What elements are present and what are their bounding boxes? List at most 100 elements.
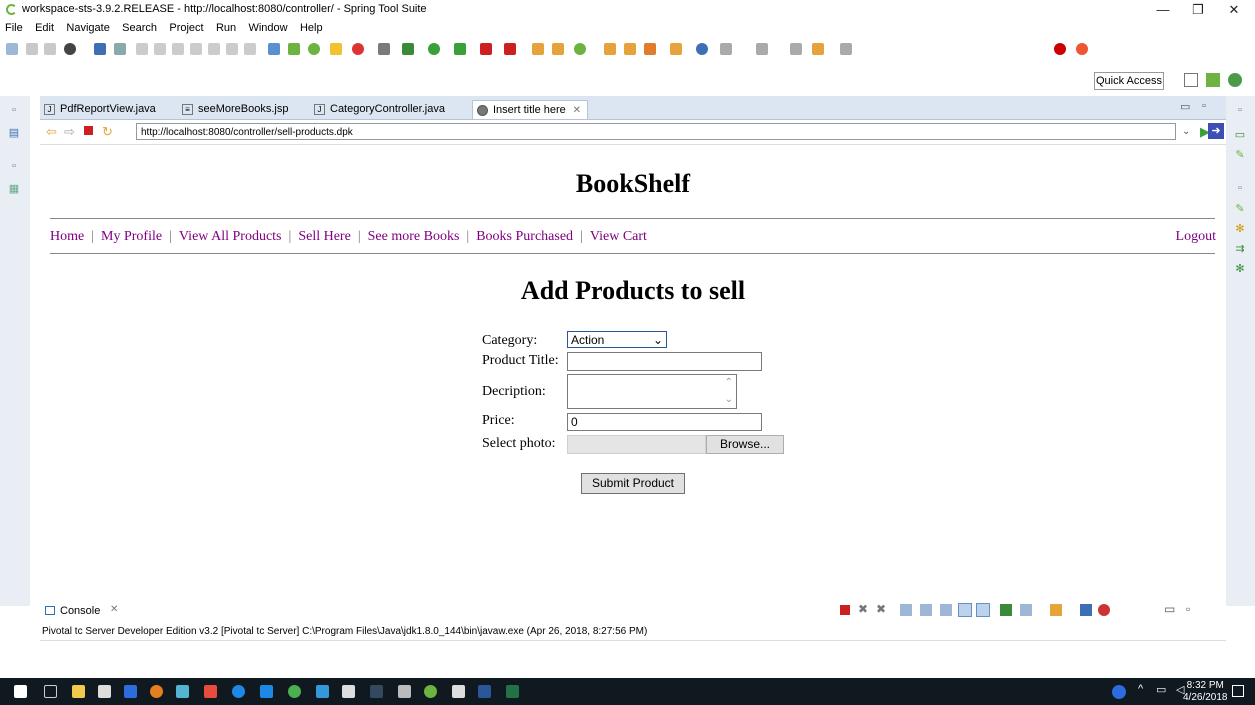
menu-edit[interactable]: Edit — [35, 20, 54, 36]
search-task-icon[interactable] — [644, 43, 656, 55]
network-icon[interactable]: ▭ — [1156, 683, 1166, 696]
external-tools-icon[interactable] — [504, 43, 516, 55]
open-type-icon[interactable] — [268, 43, 280, 55]
pin-console-icon[interactable] — [958, 603, 972, 617]
stop-icon[interactable] — [480, 43, 492, 55]
open-perspective-icon[interactable] — [1184, 73, 1198, 87]
restore-icon[interactable]: ▫ — [5, 104, 23, 118]
disconnect-icon[interactable] — [190, 43, 202, 55]
refresh-server-icon[interactable] — [1076, 43, 1088, 55]
close-window-button[interactable]: ✕ — [1216, 0, 1252, 20]
save-icon[interactable] — [26, 43, 38, 55]
browse-button[interactable]: Browse... — [706, 435, 784, 454]
terminate-icon[interactable] — [840, 605, 850, 615]
help-icon[interactable] — [1112, 685, 1126, 699]
nav-see-more-books[interactable]: See more Books — [368, 229, 460, 244]
excel-icon[interactable] — [506, 685, 519, 698]
remove-all-icon[interactable]: ✖ — [876, 602, 886, 616]
open-external-icon[interactable]: ➜ — [1208, 123, 1224, 139]
nav-home[interactable]: Home — [50, 229, 84, 244]
chevron-up-icon[interactable]: ^ — [1138, 683, 1143, 695]
nav-my-profile[interactable]: My Profile — [101, 229, 162, 244]
product-title-input[interactable] — [567, 352, 762, 371]
app-icon[interactable] — [204, 685, 217, 698]
open-perspective-icon[interactable] — [330, 43, 342, 55]
nav-view-cart[interactable]: View Cart — [590, 229, 647, 244]
file-explorer-icon[interactable] — [72, 685, 85, 698]
menu-window[interactable]: Window — [248, 20, 287, 36]
dropbox-icon[interactable] — [124, 685, 137, 698]
minimize-view-icon[interactable]: ▭ — [1164, 602, 1175, 616]
scroll-lock-icon[interactable] — [900, 604, 912, 616]
tab-seemorebooks[interactable]: ≡ seeMoreBooks.jsp — [178, 100, 289, 119]
console-view-tab[interactable]: Console ✕ ✖ ✖ ▭ ▫ — [40, 600, 1226, 622]
minimize-button[interactable]: — — [1145, 0, 1181, 20]
word-wrap-icon[interactable] — [920, 604, 932, 616]
new-icon[interactable] — [6, 43, 18, 55]
restore-icon[interactable]: ▫ — [1231, 182, 1249, 196]
boot-dashboard-icon[interactable] — [308, 43, 320, 55]
mail-icon[interactable] — [342, 685, 355, 698]
word-icon[interactable] — [478, 685, 491, 698]
menu-project[interactable]: Project — [169, 20, 203, 36]
notepad-icon[interactable] — [398, 685, 411, 698]
close-tab-icon[interactable]: ✕ — [573, 101, 581, 120]
stop-icon[interactable] — [84, 126, 93, 135]
store-icon[interactable] — [98, 685, 111, 698]
maximize-button[interactable]: ❐ — [1180, 0, 1216, 20]
windows-start-icon[interactable] — [14, 685, 27, 698]
open-folder-icon[interactable] — [604, 43, 616, 55]
maximize-view-icon[interactable]: ▫ — [1186, 602, 1190, 616]
console-icon[interactable] — [94, 43, 106, 55]
maximize-view-icon[interactable]: ▫ — [1202, 100, 1206, 112]
tab-insert-title-here[interactable]: Insert title here ✕ — [472, 100, 588, 119]
coverage-icon[interactable] — [454, 43, 466, 55]
spring-perspective-icon[interactable] — [1206, 73, 1220, 87]
task-view-icon[interactable] — [44, 685, 57, 698]
close-icon[interactable]: ✕ — [110, 604, 118, 615]
debug-icon[interactable]: ✻ — [1231, 262, 1249, 276]
menu-navigate[interactable]: Navigate — [66, 20, 109, 36]
debug-run-icon[interactable] — [402, 43, 414, 55]
back-icon[interactable]: ⇦ — [46, 125, 57, 139]
spring-boot-icon[interactable] — [288, 43, 300, 55]
scroll-up-icon[interactable]: ⌃ — [725, 375, 733, 391]
skip-breakpoints-icon[interactable] — [114, 43, 126, 55]
beans-icon[interactable]: ✻ — [1231, 222, 1249, 236]
url-bar[interactable]: http://localhost:8080/controller/sell-pr… — [136, 123, 1176, 140]
servers-icon[interactable]: ▭ — [1231, 128, 1249, 142]
edge-icon[interactable] — [232, 685, 245, 698]
description-textarea[interactable]: ⌃ ⌄ — [567, 374, 737, 409]
package-explorer-icon[interactable]: ▤ — [5, 126, 23, 140]
google-icon[interactable] — [1098, 604, 1110, 616]
menu-file[interactable]: File — [5, 20, 23, 36]
category-select[interactable]: Action ⌄ — [567, 331, 667, 348]
remove-launch-icon[interactable]: ✖ — [858, 602, 868, 616]
step-into-icon[interactable] — [208, 43, 220, 55]
menu-search[interactable]: Search — [122, 20, 157, 36]
globe-icon[interactable] — [696, 43, 708, 55]
toolbar-icon[interactable] — [378, 43, 390, 55]
open-resource-icon[interactable] — [670, 43, 682, 55]
minimize-view-icon[interactable]: ▭ — [1180, 100, 1190, 113]
chrome-icon[interactable] — [288, 685, 301, 698]
debug-perspective-icon[interactable] — [1228, 73, 1242, 87]
console-menu-icon[interactable] — [1050, 604, 1062, 616]
prev-annotation-icon[interactable] — [756, 43, 768, 55]
pivotal-icon[interactable] — [1054, 43, 1066, 55]
github-icon[interactable] — [64, 43, 76, 55]
app-icon[interactable] — [452, 685, 465, 698]
forward-icon[interactable] — [840, 43, 852, 55]
new-spring-icon[interactable] — [574, 43, 586, 55]
nav-books-purchased[interactable]: Books Purchased — [476, 229, 573, 244]
spring-explorer-icon[interactable]: ✎ — [1231, 202, 1249, 216]
quick-access-field[interactable]: Quick Access — [1094, 72, 1164, 90]
resume-icon[interactable] — [136, 43, 148, 55]
tasks-icon[interactable]: ⇉ — [1231, 242, 1249, 256]
step-return-icon[interactable] — [244, 43, 256, 55]
restore-icon[interactable]: ▫ — [5, 160, 23, 174]
new-server-icon[interactable] — [532, 43, 544, 55]
new-project-icon[interactable] — [552, 43, 564, 55]
terminate-icon[interactable] — [172, 43, 184, 55]
price-input[interactable]: 0 — [567, 413, 762, 431]
